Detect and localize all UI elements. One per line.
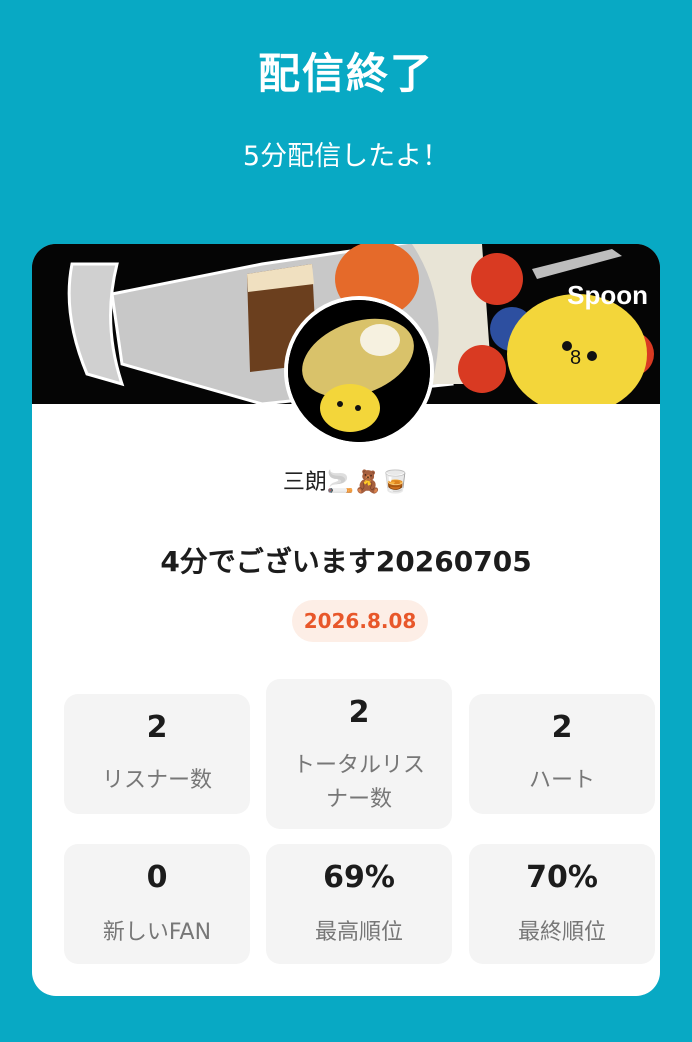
stat-value: 69% xyxy=(323,860,395,895)
host-username: 三朗🚬🧸🥃 xyxy=(282,470,410,495)
chick-with-hat-avatar-icon xyxy=(288,300,430,442)
date-badge: 2026.8.08 xyxy=(292,600,428,642)
page-subtitle: 5分配信したよ！ xyxy=(242,141,450,172)
stat-final-rank: 70% 最終順位 xyxy=(469,844,655,964)
stat-value: 2 xyxy=(551,710,573,745)
stat-total-listeners: 2 トータルリスナー数 xyxy=(266,679,452,829)
stat-label: 最高順位 xyxy=(314,920,403,945)
stat-label: 新しいFAN xyxy=(102,920,212,945)
stat-value: 2 xyxy=(146,710,168,745)
stat-value: 2 xyxy=(348,695,370,730)
spoon-logo: Spoon xyxy=(567,280,648,310)
page-title: 配信終了 xyxy=(257,49,434,98)
stat-listeners: 2 リスナー数 xyxy=(64,694,250,814)
stat-value: 70% xyxy=(526,860,598,895)
stat-value: 0 xyxy=(146,860,168,895)
svg-text:8: 8 xyxy=(570,347,581,369)
stat-highest-rank: 69% 最高順位 xyxy=(266,844,452,964)
stat-hearts: 2 ハート xyxy=(469,694,655,814)
avatar[interactable] xyxy=(284,296,434,446)
stat-label: 最終順位 xyxy=(517,920,606,945)
stat-label: トータルリスナー数 xyxy=(292,753,425,812)
broadcast-summary-card: 8 Spoon 三朗🚬🧸🥃 4分でございます20260705 2026.8.08… xyxy=(32,244,660,996)
stat-label: ハート xyxy=(528,768,595,793)
stream-title: 4分でございます20260705 xyxy=(160,545,532,578)
stat-label: リスナー数 xyxy=(101,768,212,793)
stat-new-fans: 0 新しいFAN xyxy=(64,844,250,964)
